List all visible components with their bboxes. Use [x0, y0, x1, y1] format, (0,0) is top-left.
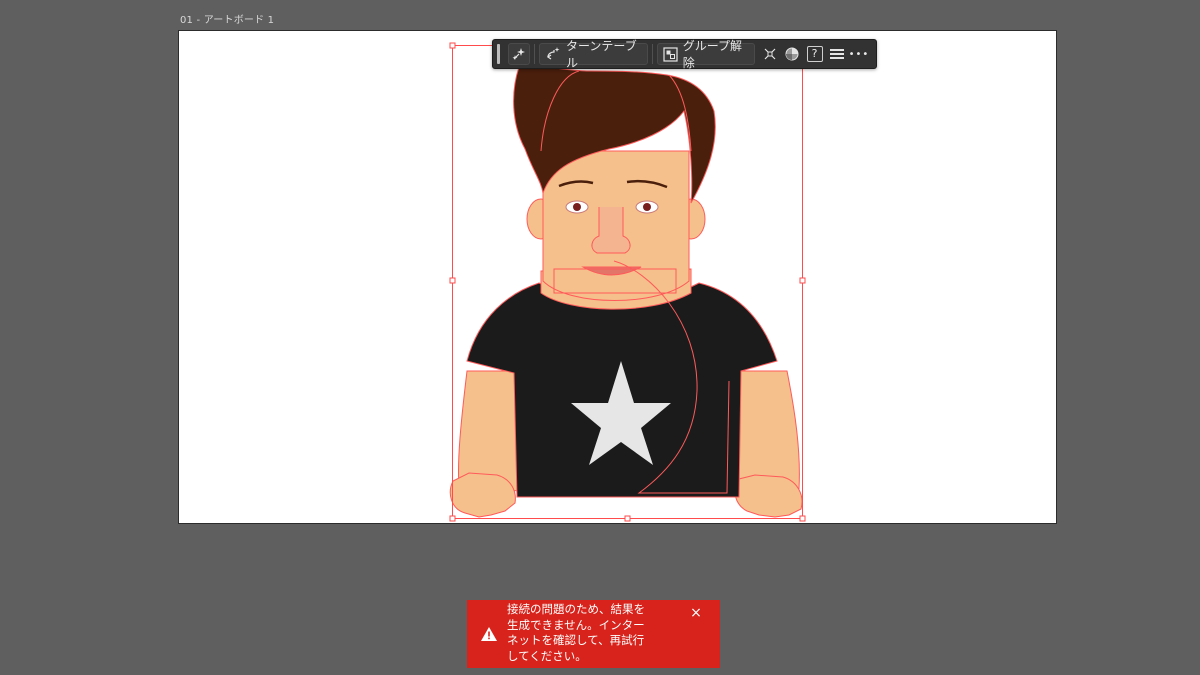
turntable-icon: [545, 46, 561, 62]
canvas[interactable]: 01 - アートボード 1 ターンテーブル グループ解除 ? ••• 接続の問題…: [0, 0, 1200, 675]
artboard-label[interactable]: 01 - アートボード 1: [180, 11, 274, 26]
menu-lines-icon: [829, 46, 845, 62]
taskbar-drag-handle[interactable]: [497, 44, 500, 64]
toast-close-button[interactable]: ×: [689, 606, 703, 620]
contextual-taskbar: ターンテーブル グループ解除 ? •••: [492, 39, 877, 70]
error-toast: 接続の問題のため、結果を 生成できません。インター ネットを確認して、再試行 し…: [467, 600, 720, 668]
right-arm: [734, 370, 800, 490]
artboard[interactable]: [178, 30, 1057, 524]
more-options-button[interactable]: •••: [848, 43, 870, 65]
taskbar-separator: [651, 44, 653, 64]
toast-message: 接続の問題のため、結果を 生成できません。インター ネットを確認して、再試行 し…: [507, 602, 645, 663]
turntable-button[interactable]: ターンテーブル: [539, 39, 648, 70]
transform-button[interactable]: [759, 43, 781, 65]
close-icon: ×: [690, 605, 702, 621]
ungroup-label: グループ解除: [682, 39, 743, 70]
properties-button[interactable]: [826, 43, 848, 65]
help-icon: ?: [806, 46, 823, 62]
ungroup-icon: [663, 46, 678, 62]
recolor-button[interactable]: [781, 43, 803, 65]
sparkle-icon: [511, 46, 527, 62]
right-hand: [734, 474, 803, 518]
character-artwork[interactable]: [179, 31, 1057, 524]
more-icon: •••: [848, 48, 870, 60]
color-wheel-icon: [784, 46, 800, 62]
left-arm: [457, 370, 520, 492]
generative-recolor-button[interactable]: [507, 43, 531, 65]
warning-icon: [480, 626, 498, 642]
transform-icon: [762, 46, 778, 62]
turntable-label: ターンテーブル: [566, 39, 637, 70]
taskbar-separator: [534, 44, 536, 64]
ungroup-button[interactable]: グループ解除: [656, 39, 756, 70]
left-hand: [449, 472, 516, 518]
help-button[interactable]: ?: [803, 43, 825, 65]
